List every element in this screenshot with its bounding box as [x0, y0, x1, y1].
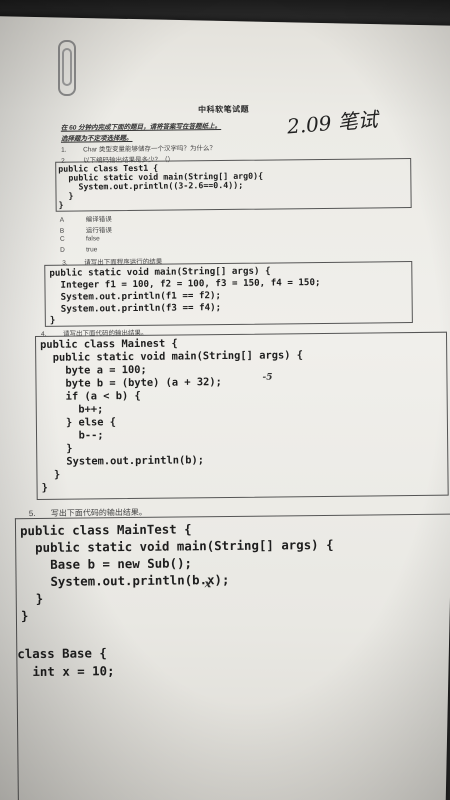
code-block-q4: public class Mainest { public static voi…	[34, 331, 449, 500]
option-letter: C	[59, 235, 65, 243]
code-line: b++;	[40, 403, 104, 416]
code-line: }	[41, 442, 73, 455]
code-line: public static void main(String[] args) {	[49, 265, 271, 279]
question-text: Char 类型变量能够储存一个汉字吗？为什么？	[83, 145, 216, 154]
question-number: 5.	[28, 508, 36, 519]
question-1: 1. Char 类型变量能够储存一个汉字吗？为什么？	[61, 142, 216, 154]
code-line: }	[41, 468, 61, 481]
code-line: System.out.println(b.x);	[20, 571, 230, 590]
code-line: public static void main(String[] args) {	[20, 536, 334, 556]
code-line: int x = 10;	[17, 663, 115, 680]
option-c: Cfalse	[60, 235, 100, 242]
option-text: 编译错误	[85, 216, 112, 224]
option-b: B 运行错误	[60, 224, 112, 235]
code-line: } else {	[40, 416, 117, 429]
code-line: public static void main(String[] args) {	[40, 349, 304, 364]
code-line: }	[58, 199, 64, 210]
handwritten-note: 2.09 笔试	[286, 107, 379, 139]
code-line: public class Mainest {	[40, 337, 178, 351]
code-line: Integer f1 = 100, f2 = 100, f3 = 150, f4…	[49, 277, 321, 291]
option-letter: D	[60, 246, 65, 254]
code-block-q2: public class Test1 { public static void …	[55, 158, 412, 212]
code-line: public class MainTest {	[19, 521, 192, 539]
code-line: }	[20, 608, 29, 624]
code-line: System.out.println(f1 == f2);	[49, 290, 222, 303]
exam-content: 中科软笔试题 2.09 笔试 在 60 分钟内完成下面的题目，请将答案写在答题纸…	[0, 0, 450, 800]
code-line: b--;	[40, 429, 104, 442]
code-line: }	[41, 481, 48, 494]
option-text: 运行错误	[85, 227, 112, 235]
code-block-q5: public class MainTest { public static vo…	[14, 513, 450, 800]
instruction-line: 选择题为不定项选择题。	[60, 134, 133, 143]
option-a: A 编译错误	[60, 213, 112, 224]
code-line: System.out.println(f3 == f4);	[49, 302, 222, 315]
instruction-line: 在 60 分钟内完成下面的题目，请将答案写在答题纸上。	[60, 123, 222, 132]
code-block-q3: public static void main(String[] args) {…	[44, 261, 413, 327]
option-text: false	[85, 235, 100, 243]
code-line: }	[20, 590, 44, 607]
code-line: System.out.println((3-2.6==0.4));	[58, 179, 244, 192]
code-line: if (a < b) {	[40, 389, 141, 403]
code-line: Base b = new Sub();	[20, 555, 193, 573]
code-line: byte b = (byte) (a + 32);	[40, 376, 222, 390]
code-line: System.out.println(b);	[41, 454, 205, 468]
code-line: class Base {	[17, 645, 107, 662]
code-line: byte a = 100;	[40, 363, 147, 377]
pen-mark: x	[204, 577, 212, 591]
code-line: }	[49, 314, 56, 326]
photo-scene: 中科软笔试题 2.09 笔试 在 60 分钟内完成下面的题目，请将答案写在答题纸…	[0, 0, 450, 800]
pen-mark: -5	[262, 372, 273, 383]
option-text: true	[86, 246, 98, 254]
exam-title: 中科软笔试题	[198, 104, 250, 115]
option-letter: B	[59, 227, 65, 235]
option-d: Dtrue	[60, 246, 97, 253]
question-number: 1.	[61, 146, 67, 154]
option-letter: A	[59, 216, 65, 224]
